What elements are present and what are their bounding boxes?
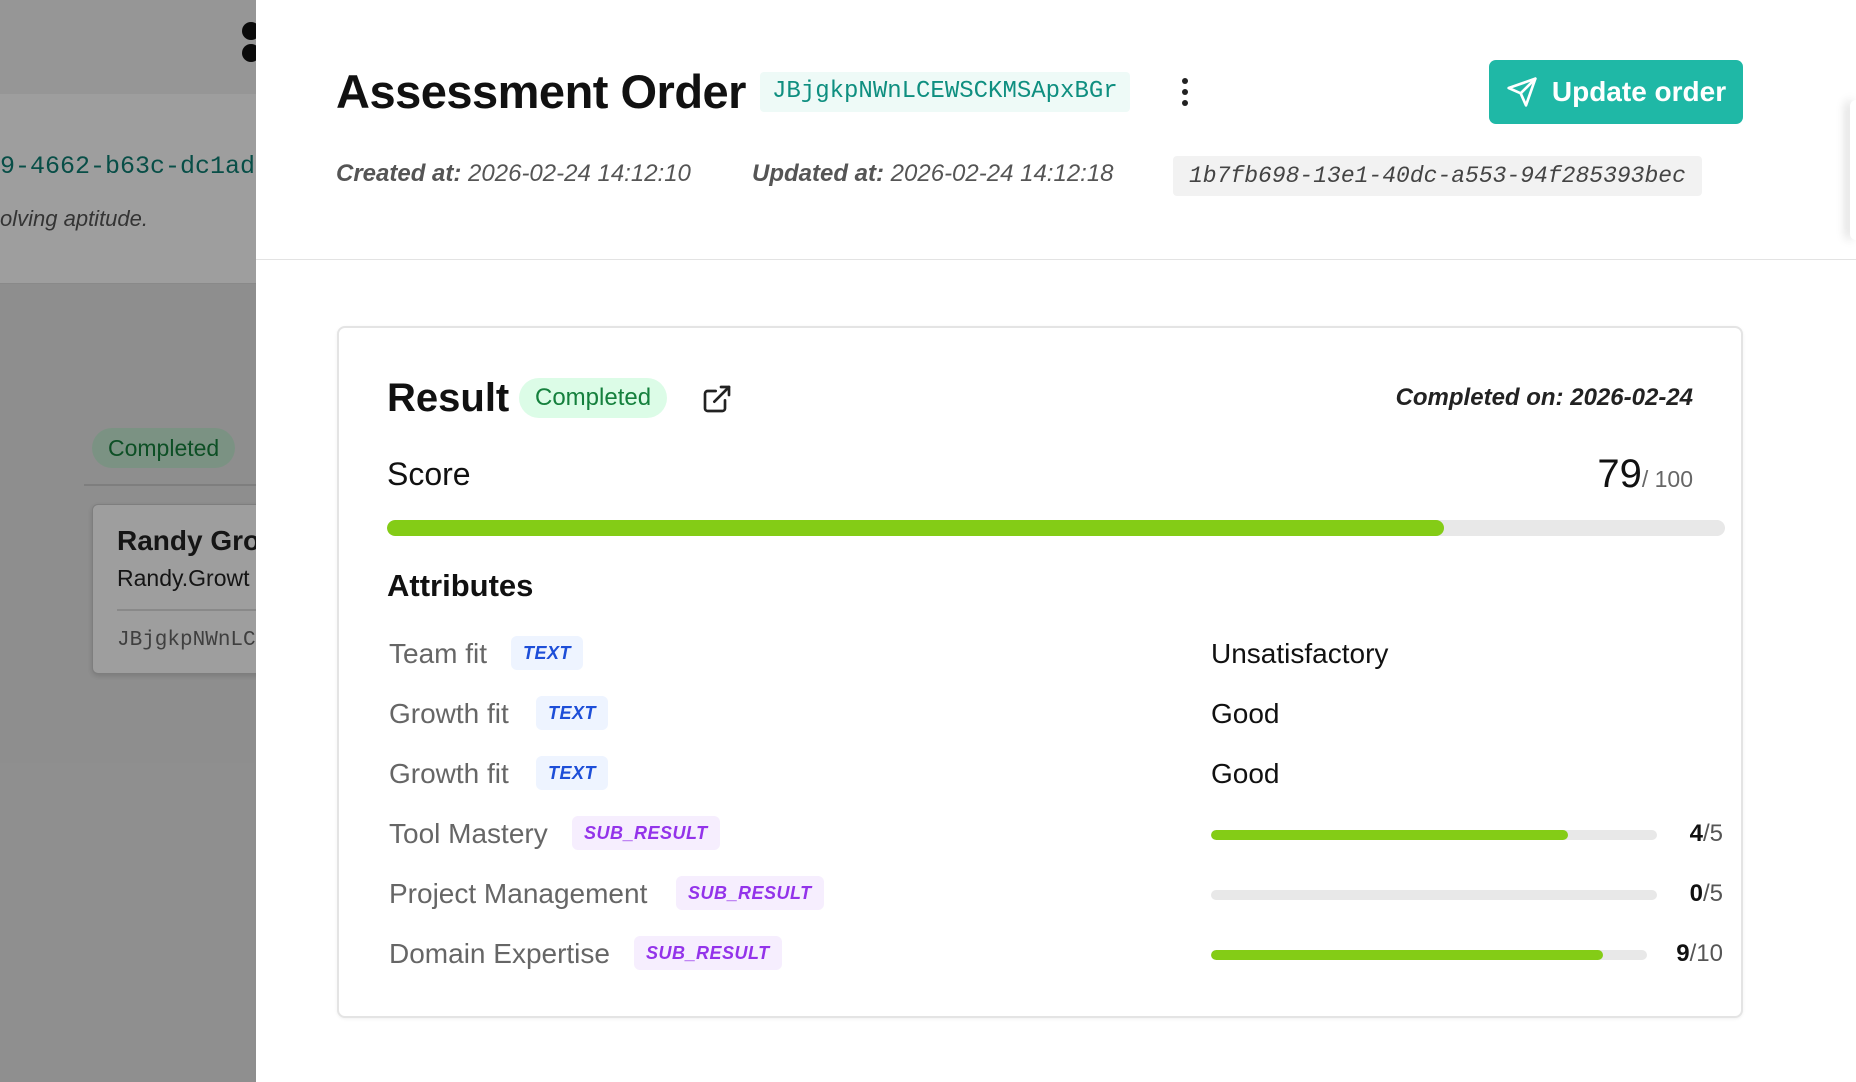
attribute-row: Domain Expertise SUB_RESULT 9/10: [387, 930, 1725, 980]
attribute-score: 0/5: [1690, 880, 1723, 908]
attribute-progress-bar: [1211, 950, 1647, 960]
completed-on: Completed on: 2026-02-24: [1396, 384, 1693, 412]
completed-label: Completed on:: [1395, 384, 1564, 411]
attribute-progress-fill: [1211, 950, 1604, 960]
external-link-icon[interactable]: [701, 383, 733, 415]
updated-at: Updated at: 2026-02-24 14:12:18: [752, 160, 1114, 188]
created-label: Created at:: [336, 160, 462, 187]
drawer-header: Assessment Order JBjgkpNWnLCEWSCKMSApxBG…: [256, 0, 1856, 260]
attribute-score: 9/10: [1676, 940, 1723, 968]
attribute-score-max: /10: [1689, 940, 1723, 967]
attribute-type-tag: SUB_RESULT: [634, 936, 782, 970]
attribute-type-tag: SUB_RESULT: [572, 816, 720, 850]
attribute-score: 4/5: [1690, 820, 1723, 848]
attribute-type-tag: TEXT: [511, 636, 584, 670]
update-order-button[interactable]: Update order: [1489, 60, 1743, 124]
attribute-progress-bar: [1211, 830, 1657, 840]
attribute-score-max: /5: [1702, 820, 1723, 847]
score-max: / 100: [1641, 466, 1693, 492]
created-at: Created at: 2026-02-24 14:12:10: [336, 160, 691, 188]
attribute-row: Project Management SUB_RESULT 0/5: [387, 870, 1725, 920]
attribute-progress-fill: [1211, 830, 1568, 840]
attribute-row: Growth fit TEXT Good: [387, 690, 1725, 740]
attribute-score-value: 9: [1676, 940, 1690, 967]
score-label: Score: [387, 456, 471, 492]
updated-value: 2026-02-24 14:12:18: [890, 160, 1114, 187]
attribute-value: Good: [1211, 698, 1280, 729]
result-card: Result Completed Completed on: 2026-02-2…: [337, 326, 1743, 1018]
attribute-value: Good: [1211, 758, 1280, 789]
attribute-row: Team fit TEXT Unsatisfactory: [387, 630, 1725, 680]
attribute-type-tag: TEXT: [536, 756, 609, 790]
attribute-name: Project Management: [389, 878, 648, 909]
attribute-name: Growth fit: [389, 698, 509, 729]
attribute-score-max: /5: [1702, 880, 1723, 907]
attribute-score-value: 0: [1689, 880, 1703, 907]
score-value: 79/ 100: [1597, 452, 1693, 497]
updated-label: Updated at:: [752, 160, 884, 187]
attribute-progress-bar: [1211, 890, 1657, 900]
result-title: Result: [387, 376, 510, 420]
attribute-name: Domain Expertise: [389, 938, 610, 969]
attribute-row: Tool Mastery SUB_RESULT 4/5: [387, 810, 1725, 860]
edge-shadow: [1850, 100, 1856, 240]
created-value: 2026-02-24 14:12:10: [468, 160, 691, 187]
attribute-name: Team fit: [389, 638, 488, 669]
score-number: 79: [1597, 452, 1642, 496]
attribute-value: Unsatisfactory: [1211, 638, 1389, 669]
attribute-type-tag: TEXT: [536, 696, 609, 730]
order-uuid: 1b7fb698-13e1-40dc-a553-94f285393bec: [1173, 156, 1702, 196]
page-title: Assessment Order: [336, 65, 746, 118]
order-drawer: Assessment Order JBjgkpNWnLCEWSCKMSApxBG…: [256, 0, 1856, 1082]
overlay-backdrop[interactable]: [0, 0, 256, 1082]
score-progress-fill: [387, 520, 1445, 536]
attribute-type-tag: SUB_RESULT: [676, 876, 824, 910]
attribute-score-value: 4: [1689, 820, 1703, 847]
background-page: 9-4662-b63c-dc1ada olving aptitude. Comp…: [0, 0, 256, 1082]
more-vertical-icon[interactable]: [1170, 74, 1200, 110]
send-icon: [1507, 77, 1537, 107]
status-badge: Completed: [519, 378, 668, 418]
attribute-name: Tool Mastery: [389, 818, 548, 849]
score-progress-bar: [387, 520, 1725, 536]
completed-value: 2026-02-24: [1570, 384, 1693, 411]
update-order-label: Update order: [1551, 76, 1727, 107]
attributes-heading: Attributes: [387, 568, 534, 603]
attribute-name: Growth fit: [389, 758, 509, 789]
attribute-row: Growth fit TEXT Good: [387, 750, 1725, 800]
order-code: JBjgkpNWnLCEWSCKMSApxBGr: [760, 72, 1130, 112]
